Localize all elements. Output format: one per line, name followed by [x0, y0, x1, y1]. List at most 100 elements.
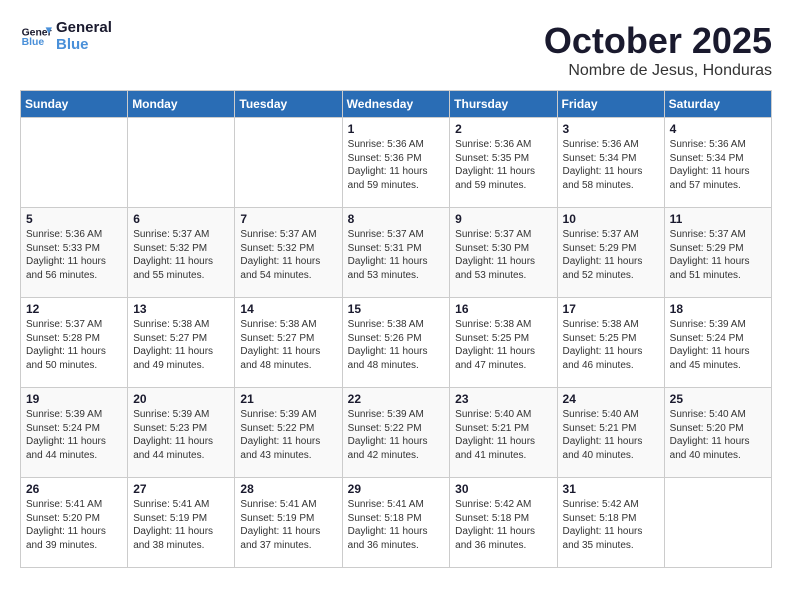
calendar-cell: 10 Sunrise: 5:37 AM Sunset: 5:29 PM Dayli… — [557, 208, 664, 298]
weekday-header-thursday: Thursday — [450, 91, 557, 118]
day-number: 3 — [563, 122, 659, 136]
calendar-week-row: 19Sunrise: 5:39 AM Sunset: 5:24 PM Dayli… — [21, 388, 772, 478]
day-info: Sunrise: 5:36 AM Sunset: 5:35 PM Dayligh… — [455, 138, 551, 192]
svg-text:Blue: Blue — [22, 37, 45, 48]
calendar-table: SundayMondayTuesdayWednesdayThursdayFrid… — [20, 90, 772, 568]
calendar-cell: 31Sunrise: 5:42 AM Sunset: 5:18 PM Dayli… — [557, 478, 664, 568]
day-number: 27 — [133, 482, 229, 496]
day-info: Sunrise: 5:39 AM Sunset: 5:22 PM Dayligh… — [348, 408, 445, 462]
day-number: 16 — [455, 302, 551, 316]
calendar-cell: 11 Sunrise: 5:37 AM Sunset: 5:29 PM Dayli… — [664, 208, 771, 298]
day-info: Sunrise: 5:40 AM Sunset: 5:20 PM Dayligh… — [670, 408, 766, 462]
calendar-cell: 26 Sunrise: 5:41 AM Sunset: 5:20 PM Dayli… — [21, 478, 128, 568]
weekday-header-sunday: Sunday — [21, 91, 128, 118]
calendar-cell: 28Sunrise: 5:41 AM Sunset: 5:19 PM Dayli… — [235, 478, 342, 568]
calendar-cell: 24 Sunrise: 5:40 AM Sunset: 5:21 PM Dayli… — [557, 388, 664, 478]
day-info: Sunrise: 5:38 AM Sunset: 5:27 PM Dayligh… — [240, 318, 336, 372]
day-info: Sunrise: 5:39 AM Sunset: 5:22 PM Dayligh… — [240, 408, 336, 462]
calendar-cell: 7 Sunrise: 5:37 AM Sunset: 5:32 PM Daylig… — [235, 208, 342, 298]
day-info: Sunrise: 5:38 AM Sunset: 5:25 PM Dayligh… — [455, 318, 551, 372]
day-number: 17 — [563, 302, 659, 316]
calendar-cell: 30 Sunrise: 5:42 AM Sunset: 5:18 PM Dayli… — [450, 478, 557, 568]
day-info: Sunrise: 5:36 AM Sunset: 5:34 PM Dayligh… — [670, 138, 766, 192]
calendar-cell: 3 Sunrise: 5:36 AM Sunset: 5:34 PM Daylig… — [557, 118, 664, 208]
calendar-cell — [235, 118, 342, 208]
day-number: 20 — [133, 392, 229, 406]
calendar-cell: 8 Sunrise: 5:37 AM Sunset: 5:31 PM Daylig… — [342, 208, 450, 298]
day-info: Sunrise: 5:41 AM Sunset: 5:19 PM Dayligh… — [133, 498, 229, 552]
weekday-header-tuesday: Tuesday — [235, 91, 342, 118]
calendar-cell: 14 Sunrise: 5:38 AM Sunset: 5:27 PM Dayli… — [235, 298, 342, 388]
day-info: Sunrise: 5:41 AM Sunset: 5:18 PM Dayligh… — [348, 498, 445, 552]
day-number: 25 — [670, 392, 766, 406]
calendar-cell: 16 Sunrise: 5:38 AM Sunset: 5:25 PM Dayli… — [450, 298, 557, 388]
day-number: 18 — [670, 302, 766, 316]
weekday-header-row: SundayMondayTuesdayWednesdayThursdayFrid… — [21, 91, 772, 118]
day-number: 21 — [240, 392, 336, 406]
day-number: 23 — [455, 392, 551, 406]
calendar-cell: 13 Sunrise: 5:38 AM Sunset: 5:27 PM Dayli… — [128, 298, 235, 388]
calendar-cell: 6Sunrise: 5:37 AM Sunset: 5:32 PM Daylig… — [128, 208, 235, 298]
month-title: October 2025 — [544, 20, 772, 62]
day-number: 19 — [26, 392, 122, 406]
calendar-cell — [128, 118, 235, 208]
logo-icon: General Blue — [20, 21, 52, 53]
calendar-week-row: 12 Sunrise: 5:37 AM Sunset: 5:28 PM Dayli… — [21, 298, 772, 388]
calendar-cell: 25 Sunrise: 5:40 AM Sunset: 5:20 PM Dayli… — [664, 388, 771, 478]
day-info: Sunrise: 5:36 AM Sunset: 5:36 PM Dayligh… — [348, 138, 445, 192]
day-info: Sunrise: 5:37 AM Sunset: 5:29 PM Dayligh… — [670, 228, 766, 282]
day-info: Sunrise: 5:37 AM Sunset: 5:28 PM Dayligh… — [26, 318, 122, 372]
calendar-cell: 18 Sunrise: 5:39 AM Sunset: 5:24 PM Dayli… — [664, 298, 771, 388]
logo: General Blue General Blue General Blue — [20, 20, 112, 53]
day-info: Sunrise: 5:39 AM Sunset: 5:23 PM Dayligh… — [133, 408, 229, 462]
location-title: Nombre de Jesus, Honduras — [544, 62, 772, 80]
calendar-cell: 27 Sunrise: 5:41 AM Sunset: 5:19 PM Dayli… — [128, 478, 235, 568]
calendar-cell: 9Sunrise: 5:37 AM Sunset: 5:30 PM Daylig… — [450, 208, 557, 298]
weekday-header-monday: Monday — [128, 91, 235, 118]
day-number: 14 — [240, 302, 336, 316]
calendar-cell: 23 Sunrise: 5:40 AM Sunset: 5:21 PM Dayli… — [450, 388, 557, 478]
calendar-cell: 19Sunrise: 5:39 AM Sunset: 5:24 PM Dayli… — [21, 388, 128, 478]
calendar-cell: 12 Sunrise: 5:37 AM Sunset: 5:28 PM Dayli… — [21, 298, 128, 388]
day-info: Sunrise: 5:37 AM Sunset: 5:29 PM Dayligh… — [563, 228, 659, 282]
calendar-week-row: 1Sunrise: 5:36 AM Sunset: 5:36 PM Daylig… — [21, 118, 772, 208]
day-info: Sunrise: 5:37 AM Sunset: 5:32 PM Dayligh… — [133, 228, 229, 282]
weekday-header-saturday: Saturday — [664, 91, 771, 118]
day-info: Sunrise: 5:41 AM Sunset: 5:20 PM Dayligh… — [26, 498, 122, 552]
day-info: Sunrise: 5:37 AM Sunset: 5:31 PM Dayligh… — [348, 228, 445, 282]
day-info: Sunrise: 5:40 AM Sunset: 5:21 PM Dayligh… — [455, 408, 551, 462]
day-number: 30 — [455, 482, 551, 496]
weekday-header-wednesday: Wednesday — [342, 91, 450, 118]
day-number: 13 — [133, 302, 229, 316]
day-info: Sunrise: 5:42 AM Sunset: 5:18 PM Dayligh… — [455, 498, 551, 552]
day-number: 15 — [348, 302, 445, 316]
day-info: Sunrise: 5:39 AM Sunset: 5:24 PM Dayligh… — [670, 318, 766, 372]
day-number: 11 — [670, 212, 766, 226]
calendar-cell: 15Sunrise: 5:38 AM Sunset: 5:26 PM Dayli… — [342, 298, 450, 388]
calendar-cell: 20 Sunrise: 5:39 AM Sunset: 5:23 PM Dayli… — [128, 388, 235, 478]
day-number: 2 — [455, 122, 551, 136]
day-number: 10 — [563, 212, 659, 226]
calendar-cell: 22Sunrise: 5:39 AM Sunset: 5:22 PM Dayli… — [342, 388, 450, 478]
day-info: Sunrise: 5:36 AM Sunset: 5:34 PM Dayligh… — [563, 138, 659, 192]
calendar-cell: 1Sunrise: 5:36 AM Sunset: 5:36 PM Daylig… — [342, 118, 450, 208]
calendar-cell: 17 Sunrise: 5:38 AM Sunset: 5:25 PM Dayli… — [557, 298, 664, 388]
day-info: Sunrise: 5:37 AM Sunset: 5:30 PM Dayligh… — [455, 228, 551, 282]
calendar-cell: 4Sunrise: 5:36 AM Sunset: 5:34 PM Daylig… — [664, 118, 771, 208]
day-info: Sunrise: 5:36 AM Sunset: 5:33 PM Dayligh… — [26, 228, 122, 282]
calendar-cell — [664, 478, 771, 568]
day-number: 26 — [26, 482, 122, 496]
day-number: 7 — [240, 212, 336, 226]
calendar-cell: 21 Sunrise: 5:39 AM Sunset: 5:22 PM Dayli… — [235, 388, 342, 478]
day-info: Sunrise: 5:37 AM Sunset: 5:32 PM Dayligh… — [240, 228, 336, 282]
day-number: 8 — [348, 212, 445, 226]
day-info: Sunrise: 5:40 AM Sunset: 5:21 PM Dayligh… — [563, 408, 659, 462]
day-number: 12 — [26, 302, 122, 316]
day-info: Sunrise: 5:38 AM Sunset: 5:25 PM Dayligh… — [563, 318, 659, 372]
day-number: 24 — [563, 392, 659, 406]
title-area: October 2025 Nombre de Jesus, Honduras — [544, 20, 772, 80]
day-info: Sunrise: 5:38 AM Sunset: 5:27 PM Dayligh… — [133, 318, 229, 372]
day-number: 31 — [563, 482, 659, 496]
page-header: General Blue General Blue General Blue O… — [20, 20, 772, 80]
day-number: 28 — [240, 482, 336, 496]
